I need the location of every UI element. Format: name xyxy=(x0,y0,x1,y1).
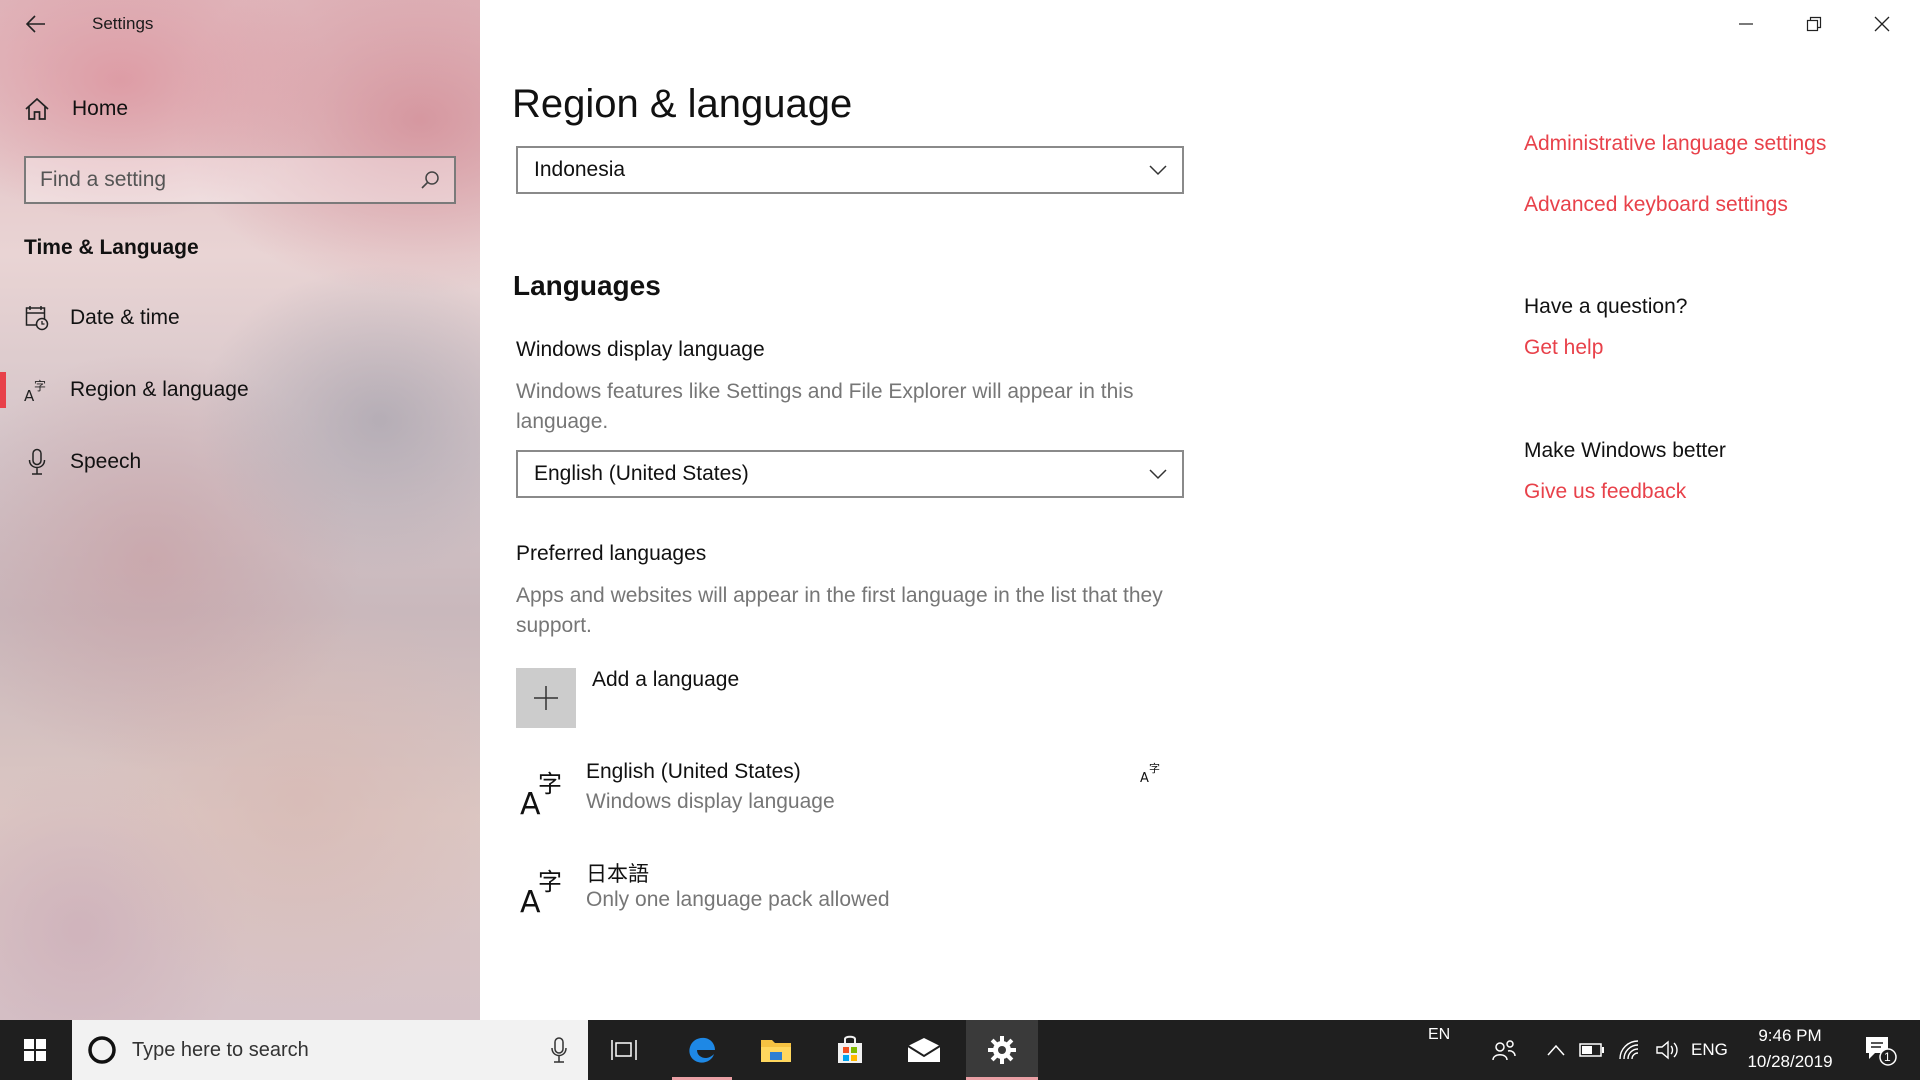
clock-date: 10/28/2019 xyxy=(1747,1052,1833,1071)
microphone-icon xyxy=(24,448,50,476)
list-item[interactable]: A 字 English (United States) Windows disp… xyxy=(516,760,1196,830)
folder-icon xyxy=(761,1040,791,1062)
taskbar-settings[interactable] xyxy=(966,1020,1038,1080)
advanced-keyboard-settings-link[interactable]: Advanced keyboard settings xyxy=(1524,193,1788,217)
sidebar-item-label: Date & time xyxy=(70,306,180,329)
display-language-heading: Windows display language xyxy=(516,338,765,361)
page-title: Region & language xyxy=(512,82,853,126)
mail-icon xyxy=(907,1038,941,1062)
display-language-badge-icon: A 字 xyxy=(1140,761,1160,784)
sidebar-item-label: Speech xyxy=(70,450,142,473)
add-language-button[interactable]: Add a language xyxy=(516,668,739,728)
speaker-icon xyxy=(1656,1040,1678,1060)
language-status: Windows display language xyxy=(586,790,835,813)
svg-text:字: 字 xyxy=(34,378,46,393)
clock[interactable]: 9:46 PM 10/28/2019 xyxy=(1740,1026,1840,1072)
home-icon xyxy=(25,97,49,120)
restore-icon xyxy=(1806,16,1822,32)
microphone-icon[interactable] xyxy=(550,1036,568,1064)
action-center-button[interactable]: 1 xyxy=(1852,1020,1908,1080)
question-heading: Have a question? xyxy=(1524,295,1688,318)
store-icon xyxy=(838,1035,862,1063)
administrative-language-settings-link[interactable]: Administrative language settings xyxy=(1524,132,1826,156)
nav-home-label: Home xyxy=(72,97,129,120)
country-region-dropdown[interactable]: Indonesia xyxy=(516,146,1184,194)
calendar-clock-icon xyxy=(24,304,50,332)
language-indicator[interactable]: ENG xyxy=(1691,1040,1728,1060)
battery-button[interactable] xyxy=(1574,1020,1610,1080)
sidebar-item-region-language[interactable]: A 字 Region & language xyxy=(0,362,480,418)
taskbar-edge[interactable] xyxy=(672,1020,732,1080)
preferred-languages-heading: Preferred languages xyxy=(516,542,707,565)
main-content: Region & language Indonesia Languages Wi… xyxy=(480,0,1920,1020)
language-name: English (United States) xyxy=(586,760,801,783)
svg-text:字: 字 xyxy=(538,770,562,798)
languages-heading: Languages xyxy=(513,270,661,301)
back-button[interactable] xyxy=(20,10,52,38)
chevron-down-icon xyxy=(1149,469,1167,480)
start-button[interactable] xyxy=(0,1020,70,1080)
language-icon: A 字 xyxy=(520,868,562,914)
get-help-link[interactable]: Get help xyxy=(1524,336,1603,360)
nav-home[interactable]: Home xyxy=(24,92,128,126)
restore-button[interactable] xyxy=(1780,0,1848,48)
clock-time: 9:46 PM xyxy=(1758,1026,1822,1045)
language-status: Only one language pack allowed xyxy=(586,888,890,911)
close-icon xyxy=(1874,16,1890,32)
find-setting-input[interactable] xyxy=(40,168,420,192)
network-button[interactable] xyxy=(1612,1020,1648,1080)
taskbar-search-box[interactable]: Type here to search xyxy=(72,1020,588,1080)
show-hidden-icons-button[interactable] xyxy=(1540,1020,1572,1080)
list-item[interactable]: A 字 日本語 Only one language pack allowed xyxy=(516,858,1196,928)
notification-icon xyxy=(1866,1037,1897,1066)
dropdown-value: English (United States) xyxy=(534,462,749,485)
minimize-button[interactable] xyxy=(1712,0,1780,48)
chevron-down-icon xyxy=(1149,165,1167,176)
preferred-languages-description: Apps and websites will appear in the fir… xyxy=(516,584,1163,637)
sidebar-item-speech[interactable]: Speech xyxy=(0,434,480,490)
people-button[interactable] xyxy=(1484,1020,1524,1080)
sidebar-item-date-time[interactable]: Date & time xyxy=(0,290,480,346)
windows-logo-icon xyxy=(24,1039,46,1061)
people-icon xyxy=(1492,1040,1516,1061)
taskbar-file-explorer[interactable] xyxy=(746,1020,806,1080)
notification-count: 1 xyxy=(1884,1050,1891,1064)
svg-text:字: 字 xyxy=(1149,761,1160,775)
battery-icon xyxy=(1579,1043,1604,1057)
app-title: Settings xyxy=(92,14,154,33)
find-setting-search[interactable] xyxy=(24,156,456,204)
task-view-icon xyxy=(611,1040,637,1060)
plus-icon xyxy=(516,668,576,728)
make-windows-better-heading: Make Windows better xyxy=(1524,439,1726,462)
language-name: 日本語 xyxy=(586,863,649,886)
svg-text:字: 字 xyxy=(538,868,562,896)
gear-icon xyxy=(988,1036,1016,1064)
taskbar-store[interactable] xyxy=(820,1020,880,1080)
dropdown-value: Indonesia xyxy=(534,158,626,181)
add-language-label: Add a language xyxy=(592,668,740,691)
taskbar-mail[interactable] xyxy=(894,1020,954,1080)
minimize-icon xyxy=(1739,23,1753,25)
display-language-dropdown[interactable]: English (United States) xyxy=(516,450,1184,498)
give-feedback-link[interactable]: Give us feedback xyxy=(1524,480,1686,504)
svg-text:A: A xyxy=(1140,771,1149,784)
search-icon[interactable] xyxy=(420,170,440,190)
display-language-description: Windows features like Settings and File … xyxy=(516,380,1134,433)
language-icon: A 字 xyxy=(24,376,50,404)
sidebar-item-label: Region & language xyxy=(70,378,249,401)
volume-button[interactable] xyxy=(1650,1020,1686,1080)
task-view-button[interactable] xyxy=(596,1020,652,1080)
sidebar: Settings Home Time & Language Date & tim… xyxy=(0,0,480,1020)
chevron-up-icon xyxy=(1547,1044,1565,1056)
language-icon: A 字 xyxy=(520,770,562,816)
edge-icon xyxy=(689,1037,715,1063)
section-heading: Time & Language xyxy=(24,236,199,259)
cortana-icon xyxy=(88,1036,116,1064)
taskbar-search-placeholder: Type here to search xyxy=(132,1038,309,1061)
input-indicator[interactable]: EN xyxy=(1428,1026,1450,1044)
back-arrow-icon xyxy=(26,15,45,33)
close-button[interactable] xyxy=(1848,0,1916,48)
wifi-icon xyxy=(1619,1040,1639,1060)
taskbar: Type here to search EN ENG 9:46 PM 10/28… xyxy=(0,1020,1920,1080)
